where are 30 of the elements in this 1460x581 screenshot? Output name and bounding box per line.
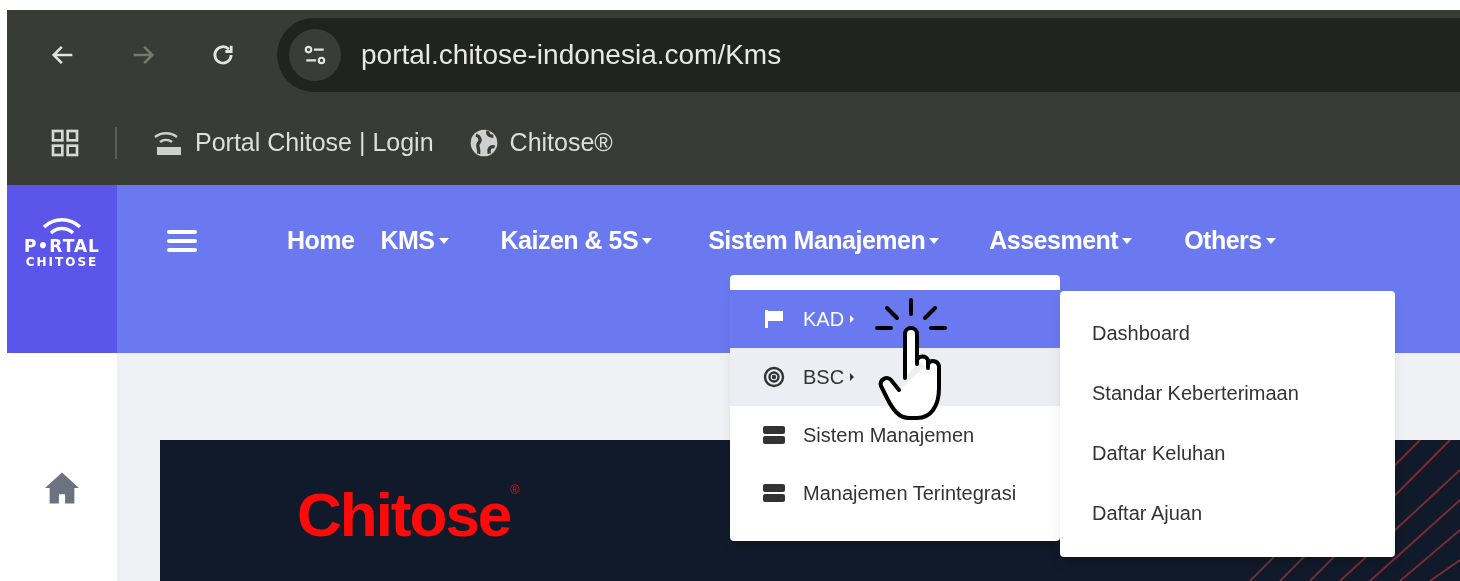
menu-item[interactable]: Manajemen Terintegrasi — [730, 464, 1060, 522]
wifi-icon — [40, 215, 84, 237]
registered-mark: ® — [510, 484, 520, 496]
server-icon — [763, 483, 785, 503]
nav-link[interactable]: Home — [287, 222, 355, 260]
logo-panel[interactable]: P•RTAL CHITOSE — [7, 185, 117, 353]
submenu-item[interactable]: Dashboard — [1060, 303, 1395, 363]
home-icon[interactable] — [43, 471, 81, 505]
target-icon — [763, 366, 785, 388]
banner-title: Chitose — [297, 480, 511, 550]
url-text: portal.chitose-indonesia.com/Kms — [361, 38, 782, 72]
menu-item[interactable]: Sistem Manajemen — [730, 406, 1060, 464]
submenu-item[interactable]: Standar Keberterimaan — [1060, 363, 1395, 423]
nav-link[interactable]: KMS — [380, 222, 449, 260]
menu-icon[interactable] — [167, 228, 197, 254]
bookmark-link[interactable]: Chitose® — [509, 123, 613, 162]
logo-subtext: CHITOSE — [25, 255, 99, 269]
nav-link[interactable]: Others — [1184, 222, 1276, 260]
menu-item[interactable]: KAD — [730, 290, 1060, 348]
submenu-item[interactable]: Daftar Ajuan — [1060, 483, 1395, 543]
bookmark-link[interactable]: Portal Chitose | Login — [195, 123, 434, 162]
address-bar[interactable]: portal.chitose-indonesia.com/Kms — [277, 18, 1460, 92]
nav-link[interactable]: Sistem Manajemen — [708, 222, 940, 260]
logo-text: P•RTAL — [24, 237, 100, 255]
submenu-item[interactable]: Daftar Keluhan — [1060, 423, 1395, 483]
server-icon — [763, 425, 785, 445]
site-settings-button[interactable] — [289, 29, 341, 81]
nav-link[interactable]: Assesment — [989, 222, 1133, 260]
nav-link[interactable]: Kaizen & 5S — [500, 222, 653, 260]
flag-icon — [763, 309, 785, 329]
